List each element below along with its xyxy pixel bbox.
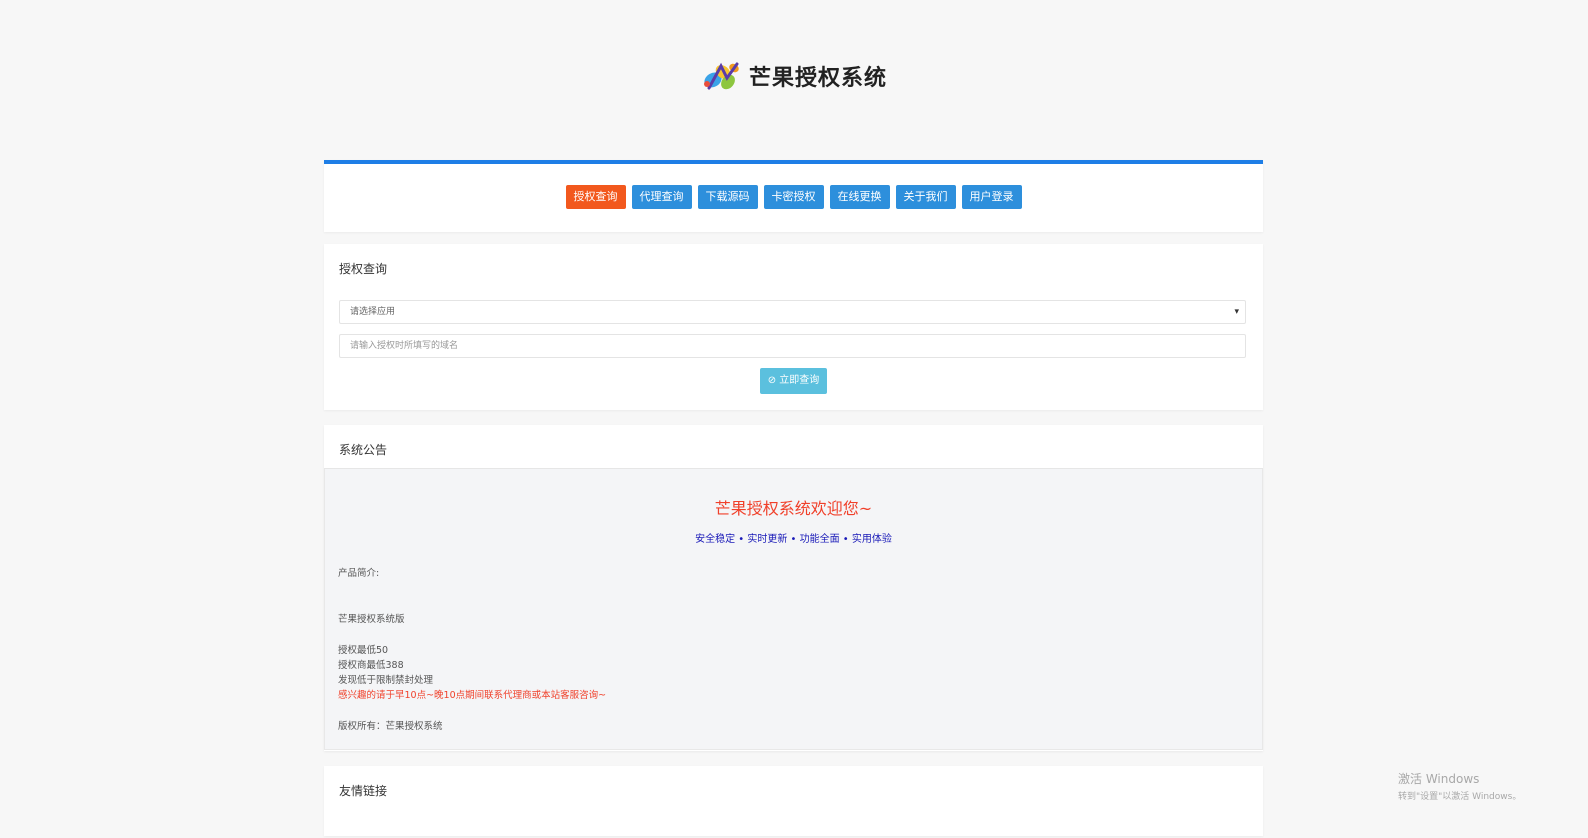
nav-about-button[interactable]: 关于我们: [895, 185, 956, 209]
links-panel: 友情链接: [324, 766, 1263, 836]
nav-download-source-button[interactable]: 下载源码: [697, 185, 758, 209]
nav-online-change-button[interactable]: 在线更换: [829, 185, 890, 209]
query-panel: 授权查询 请选择应用 ▾ ⊘ 立即查询: [324, 244, 1263, 410]
notice-panel: 系统公告 芒果授权系统欢迎您~ 安全稳定 • 实时更新 • 功能全面 • 实用体…: [324, 425, 1263, 751]
watermark-line1: 激活 Windows: [1398, 772, 1480, 786]
links-panel-title: 友情链接: [339, 784, 388, 798]
mango-logo-icon: [703, 62, 739, 90]
nav-card-auth-button[interactable]: 卡密授权: [763, 185, 824, 209]
chevron-down-icon: ▾: [1234, 307, 1239, 317]
notice-body: 芒果授权系统欢迎您~ 安全稳定 • 实时更新 • 功能全面 • 实用体验 产品简…: [324, 469, 1263, 750]
query-submit-button[interactable]: ⊘ 立即查询: [760, 368, 827, 394]
domain-input[interactable]: [339, 334, 1246, 358]
query-submit-label: 立即查询: [779, 375, 820, 386]
notice-tagline: 安全稳定 • 实时更新 • 功能全面 • 实用体验: [695, 534, 892, 545]
nav-agent-query-button[interactable]: 代理查询: [631, 185, 692, 209]
watermark-line2: 转到"设置"以激活 Windows。: [1398, 792, 1522, 802]
query-panel-title: 授权查询: [339, 262, 388, 276]
notice-price-line: 授权最低50: [338, 645, 389, 656]
notice-welcome: 芒果授权系统欢迎您~: [714, 499, 873, 518]
notice-panel-title: 系统公告: [324, 425, 1263, 469]
app-select[interactable]: 请选择应用 ▾: [339, 300, 1246, 324]
windows-activation-watermark: 激活 Windows 转到"设置"以激活 Windows。: [1398, 770, 1521, 802]
notice-price-line: 发现低于限制禁封处理: [338, 675, 434, 686]
notice-product-name: 芒果授权系统版: [338, 614, 405, 625]
search-circle-icon: ⊘: [767, 375, 777, 386]
notice-contact-line: 感兴趣的请于早10点~晚10点期间联系代理商或本站客服咨询~: [338, 690, 607, 701]
site-title: 芒果授权系统: [748, 65, 887, 91]
notice-price-line: 授权商最低388: [338, 660, 404, 671]
nav-panel: 授权查询 代理查询 下载源码 卡密授权 在线更换 关于我们 用户登录: [324, 160, 1263, 232]
site-logo: 芒果授权系统: [0, 58, 1588, 98]
nav-bar: 授权查询 代理查询 下载源码 卡密授权 在线更换 关于我们 用户登录: [324, 164, 1263, 209]
app-select-value: 请选择应用: [350, 307, 396, 317]
notice-intro-label: 产品简介:: [338, 568, 380, 579]
nav-login-button[interactable]: 用户登录: [961, 185, 1022, 209]
nav-auth-query-button[interactable]: 授权查询: [565, 185, 626, 209]
notice-copyright: 版权所有：芒果授权系统: [338, 721, 443, 732]
